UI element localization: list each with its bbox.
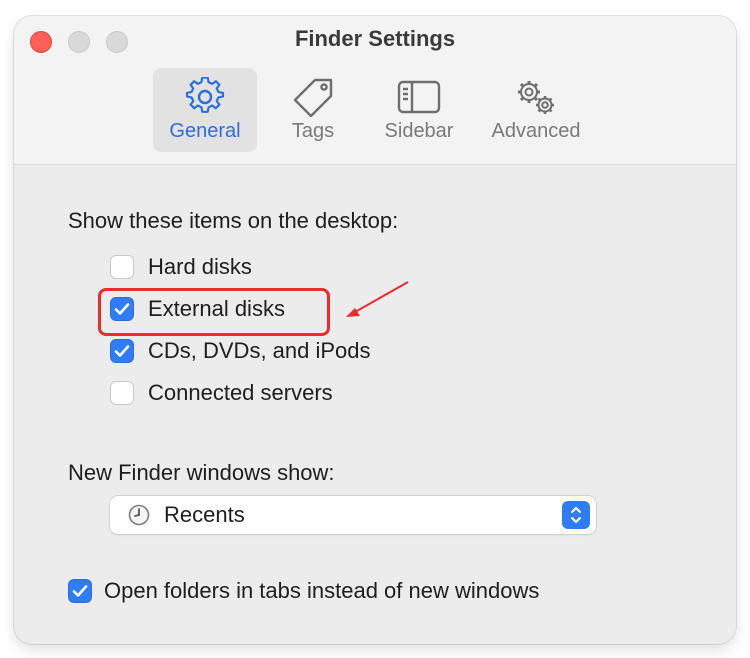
sidebar-icon — [397, 80, 441, 114]
finder-settings-window: Finder Settings General Tags Sidebar Adv… — [14, 16, 736, 644]
gear-icon — [185, 77, 225, 113]
tab-tags[interactable]: Tags — [273, 68, 353, 152]
window-title: Finder Settings — [294, 26, 456, 51]
tab-sidebar[interactable]: Sidebar — [374, 68, 464, 152]
cds-dvds-ipods-checkbox[interactable] — [110, 339, 134, 363]
tab-tags-label: Tags — [291, 120, 335, 142]
clock-icon — [128, 504, 150, 526]
cds-dvds-ipods-label: CDs, DVDs, and iPods — [148, 338, 371, 363]
new-windows-value: Recents — [164, 502, 245, 527]
annotation-highlight-box — [98, 288, 330, 336]
new-windows-label: New Finder windows show: — [68, 460, 335, 485]
popup-stepper[interactable] — [562, 501, 590, 529]
checkmark-icon — [72, 585, 88, 597]
annotation-arrow-icon — [346, 281, 409, 317]
hard-disks-label: Hard disks — [148, 254, 252, 279]
checkbox-row-open-in-tabs[interactable]: Open folders in tabs instead of new wind… — [68, 576, 539, 606]
open-in-tabs-checkbox[interactable] — [68, 579, 92, 603]
tag-icon — [293, 78, 333, 117]
connected-servers-checkbox[interactable] — [110, 381, 134, 405]
tab-advanced[interactable]: Advanced — [482, 68, 590, 152]
chevron-up-down-icon — [570, 506, 582, 524]
toolbar: Finder Settings General Tags Sidebar Adv… — [14, 16, 736, 165]
open-in-tabs-label: Open folders in tabs instead of new wind… — [104, 578, 540, 603]
tab-general-label: General — [169, 120, 241, 142]
checkmark-icon — [114, 345, 130, 357]
tab-advanced-label: Advanced — [491, 120, 581, 142]
checkbox-row-connected-servers[interactable]: Connected servers — [110, 378, 333, 408]
desktop-items-label: Show these items on the desktop: — [68, 208, 399, 233]
connected-servers-label: Connected servers — [148, 380, 333, 405]
checkbox-row-hard-disks[interactable]: Hard disks — [110, 252, 252, 282]
gears-icon — [518, 81, 554, 114]
new-windows-popup[interactable]: Recents — [110, 496, 596, 534]
tab-sidebar-label: Sidebar — [384, 120, 454, 142]
hard-disks-checkbox[interactable] — [110, 255, 134, 279]
tab-general[interactable]: General — [153, 68, 257, 152]
checkbox-row-cds-dvds-ipods[interactable]: CDs, DVDs, and iPods — [110, 336, 371, 366]
